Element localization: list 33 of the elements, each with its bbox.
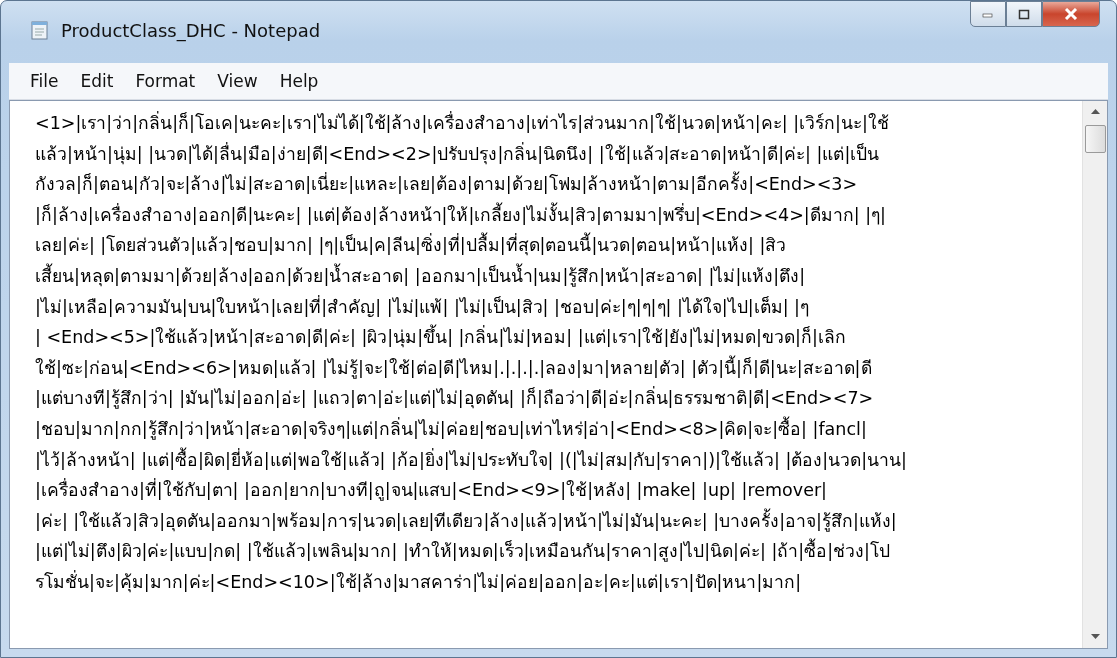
minimize-button[interactable] — [970, 1, 1006, 27]
vertical-scrollbar[interactable] — [1082, 101, 1107, 648]
text-line: รโมชั่น|จะ|คุ้ม|มาก|ค่ะ|<End><10>|ใช้|ล้าง|มาสคาร่า|ไม่|ค่อย|ออก|อะ|คะ|แต่|เรา|ปัด|หนา|มาก| — [35, 569, 803, 595]
text-line: เลย|ค่ะ| |โดยส่วนตัว|แล้ว|ชอบ|มาก| |ๆ|เป็น|ค|ลีน|ซิ่ง|ที่|ปลื้ม|ที่สุด|ตอนนี้|นวด|ตอน|หน้า|แห้ง| |สิว — [35, 230, 1082, 261]
scroll-up-icon[interactable] — [1090, 109, 1100, 115]
minimize-icon — [982, 10, 994, 18]
menu-item[interactable]: Format — [124, 71, 207, 91]
menu-item[interactable]: Help — [268, 71, 330, 91]
scroll-thumb[interactable] — [1084, 125, 1106, 153]
text-line: |ไม่|เหลือ|ความมัน|บน|ใบหน้า|เลย|ที่|สำคัญ| |ไม่|แพ้| |ไม่|เป็น|สิว| |ชอบ|ค่ะ|ๆ|ๆ|ๆ| |ได้ใจ|ไป|เต็ม| |ๆ — [35, 294, 810, 319]
text-line: |เครื่องสำอาง|ที่|ใช้กับ|ตา| |ออก|ยาก|บางที|ถู|จน|แสบ|<End><9>|ใช้|หลัง| |make| |up| |remover| — [35, 477, 828, 503]
text-line: <1>|เรา|ว่า|กลิ่น|ก็|โอเค|นะคะ|เรา|ไม่ได้|ใช้|ล้าง|เครื่องสำอาง|เท่าไร|ส่วนมาก|ใช้|นวด|หน้า|คะ| |เวิร์ก|นะ|ใช้ — [35, 110, 890, 135]
text-line: |แต่บางที|รู้สึก|ว่า| |มัน|ไม่|ออก|อ่ะ| |แถว|ตา|อ่ะ|แต่|ไม่|อุดตัน| |ก็|ถือว่า|ดี|อ่ะ|กลิ่น|ธรรมชาติ|ดี|<End><7> — [35, 385, 875, 411]
text-line: เสี้ยน|หลุด|ตามมา|ด้วย|ล้าง|ออก|ด้วย|น้ำสะอาด| |ออกมา|เป็นน้ำ|นม|รู้สึก|หน้า|สะอาด| |ไม่|แห้ง|ตึง| — [35, 262, 807, 289]
menu-item[interactable]: Edit — [69, 71, 125, 91]
text-line: กังวล|ก็|ตอน|กัว|จะ|ล้าง|ไม่|สะอาด|เนี่ยะ|แหละ|เลย|ต้อง|ตาม|ด้วย|โฟม|ล้างหน้า|ตาม|อีกครั้ง|<End><3> — [35, 169, 1082, 200]
menu-item[interactable]: File — [19, 71, 70, 91]
text-line: ใช้|ซะ|ก่อน|<End><6>|หมด|แล้ว| |ไม่รู้|จะ|ใช้|ต่อ|ดี|ไหม|.|.|.|.|ลอง|มา|หลาย|ตัว| |ตัว|นี้|ก็|ดี|นะ|สะอาด|ดี — [35, 354, 873, 381]
close-icon — [1064, 8, 1078, 20]
text-line: |แต่|ไม่|ตึง|ผิว|ค่ะ|แบบ|กด| |ใช้แล้ว|เพลิน|มาก| |ทำให้|หมด|เร็ว|เหมือนกัน|ราคา|สูง|ไป|นิด|ค่ะ| |ถ้า|ซื้อ|ช่วง|โป — [35, 536, 1082, 567]
text-line: แล้ว|หน้า|นุ่ม| |นวด|ได้|ลื่น|มือ|ง่าย|ดี|<End><2>|ปรับปรุง|กลิ่น|นิดนึง| |ใช้|แล้ว|สะอาด|หน้า|ดี|ค่ะ| |แต่|เป็น — [35, 141, 881, 167]
text-line: | <End><5>|ใช้แล้ว|หน้า|สะอาด|ดี|ค่ะ| |ผิว|นุ่ม|ขึ้น| |กลิ่น|ไม่|หอม| |แต่|เรา|ใช้|ยัง|ไม่|หมด|ขวด|ก็|เลิก — [35, 322, 1082, 353]
maximize-icon — [1018, 8, 1030, 20]
text-line: |ชอบ|มาก|กก|รู้สึก|ว่า|หน้า|สะอาด|จริงๆ|แต่|กลิ่น|ไม่|ค่อย|ชอบ|เท่าไหร่|อ่า|<End><8>|คิด|จะ|ซื้อ| |fancl| — [35, 415, 868, 442]
text-line: |ค่ะ| |ใช้แล้ว|สิว|อุดตัน|ออกมา|พร้อม|การ|นวด|เลย|ทีเดียว|ล้าง|แล้ว|หน้า|ไม่|มัน|นะคะ| |บางครั้ง|อาจ|รู้สึก|แห้ง| — [35, 507, 898, 534]
text-line: |ไว้|ล้างหน้า| |แต่|ซื้อ|ผิด|ยี่ห้อ|แต่|พอใช้|แล้ว| |ก้อ|ยิ่ง|ไม่|ประทับใจ| |(|ไม่|สม|กับ|ราคา|)|ใช้แล้ว| |ต้อง|นวด|นาน| — [35, 446, 908, 472]
text-line: |ก็|ล้าง|เครื่องสำอาง|ออก|ดี|นะคะ| |แต่|ต้อง|ล้างหน้า|ให้|เกลี้ยง|ไม่งั้น|สิว|ตามมา|พรึ่บ|<End><4>|ดีมาก| |ๆ| — [35, 201, 887, 227]
window-title: ProductClass_DHC - Notepad — [61, 19, 321, 41]
scroll-down-icon[interactable] — [1090, 634, 1100, 640]
maximize-button[interactable] — [1006, 1, 1042, 27]
menu-item[interactable]: View — [206, 71, 269, 91]
notepad-icon — [29, 19, 51, 41]
close-button[interactable] — [1042, 1, 1100, 27]
